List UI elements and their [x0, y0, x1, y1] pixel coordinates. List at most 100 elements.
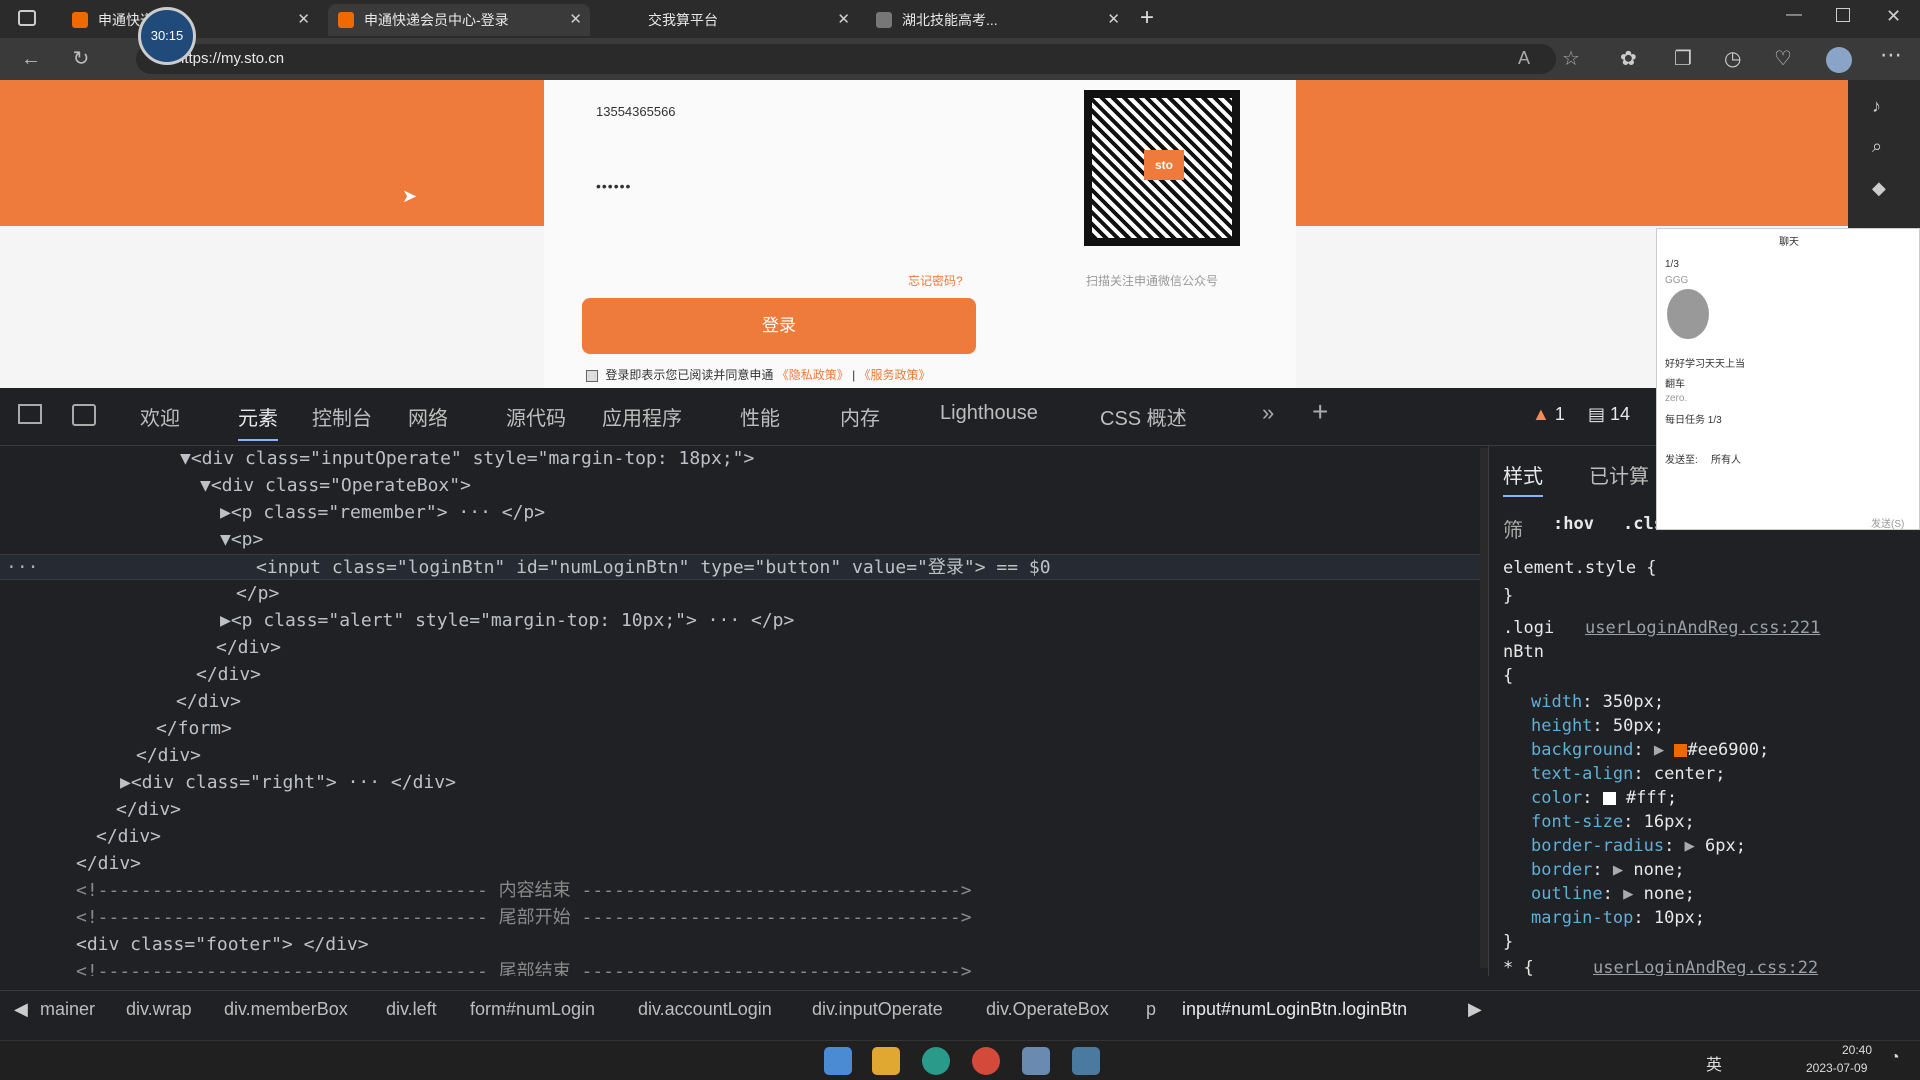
- hov-toggle[interactable]: :hov: [1553, 514, 1594, 534]
- phone-input[interactable]: 13554365566: [596, 104, 976, 132]
- service-link[interactable]: 《服务政策》: [859, 368, 931, 382]
- expand-icon[interactable]: ▶: [1685, 836, 1695, 856]
- breadcrumb-item[interactable]: div.inputOperate: [812, 999, 943, 1020]
- tag-icon[interactable]: ◆: [1872, 178, 1886, 199]
- rule-source-link[interactable]: userLoginAndReg.css:22: [1593, 958, 1818, 976]
- breadcrumb-item[interactable]: mainer: [40, 999, 95, 1020]
- messages-badge[interactable]: ▤ 14: [1588, 404, 1630, 425]
- style-prop-row[interactable]: text-align: center;: [1531, 764, 1726, 784]
- agree-checkbox[interactable]: [586, 369, 598, 382]
- close-tab-icon[interactable]: ✕: [569, 4, 582, 36]
- tab-css-overview[interactable]: CSS 概述: [1100, 402, 1187, 431]
- tab-performance[interactable]: 性能: [740, 402, 780, 431]
- dom-line[interactable]: </div>: [0, 824, 1480, 850]
- privacy-link[interactable]: 《隐私政策》: [777, 368, 849, 382]
- app-icon[interactable]: [1072, 1047, 1100, 1075]
- dom-line[interactable]: ▶<p class="alert" style="margin-top: 10p…: [0, 608, 1480, 634]
- style-prop-row[interactable]: margin-top: 10px;: [1531, 908, 1705, 928]
- health-icon[interactable]: ♡: [1774, 46, 1792, 71]
- breadcrumb-item[interactable]: div.OperateBox: [986, 999, 1109, 1020]
- send-button[interactable]: 发送(S): [1871, 515, 1904, 530]
- back-icon[interactable]: ←: [18, 46, 44, 72]
- read-aloud-icon[interactable]: A: [1518, 48, 1530, 69]
- expand-icon[interactable]: ▶: [1613, 860, 1623, 880]
- style-prop-row[interactable]: background: ▶ #ee6900;: [1531, 740, 1769, 760]
- breadcrumb-item[interactable]: div.accountLogin: [638, 999, 772, 1020]
- add-tab-icon[interactable]: +: [1312, 396, 1328, 428]
- expand-icon[interactable]: ▶: [1654, 740, 1664, 760]
- collections-icon[interactable]: ❐: [1674, 46, 1692, 71]
- dom-line[interactable]: </div>: [0, 851, 1480, 877]
- breadcrumb-item[interactable]: div.memberBox: [224, 999, 348, 1020]
- filter-input[interactable]: 筛: [1503, 514, 1523, 543]
- style-prop-row[interactable]: width: 350px;: [1531, 692, 1664, 712]
- tab-jiaowosuan[interactable]: 交我算平台 ✕: [596, 4, 858, 36]
- tab-welcome[interactable]: 欢迎: [140, 402, 180, 431]
- close-tab-icon[interactable]: ✕: [837, 4, 850, 36]
- login-button[interactable]: 登录: [582, 298, 976, 354]
- tab-memory[interactable]: 内存: [840, 402, 880, 431]
- dom-comment-line[interactable]: <!------------------------------------ 尾…: [0, 905, 1480, 931]
- breadcrumb-item-selected[interactable]: input#numLoginBtn.loginBtn: [1182, 999, 1407, 1020]
- tab-actions-icon[interactable]: [18, 10, 36, 26]
- dom-line[interactable]: </div>: [0, 635, 1480, 661]
- universal-rule[interactable]: * {: [1503, 958, 1534, 976]
- clock-date[interactable]: 2023-07-09: [1806, 1061, 1867, 1075]
- tab-network[interactable]: 网络: [408, 402, 448, 431]
- bell-icon[interactable]: ♪: [1872, 96, 1881, 117]
- dom-line[interactable]: ▼<p>: [0, 527, 1480, 553]
- maximize-icon[interactable]: [1836, 8, 1850, 22]
- refresh-icon[interactable]: ↻: [68, 46, 94, 72]
- dom-line[interactable]: ▶<div class="right"> ··· </div>: [0, 770, 1480, 796]
- tab-computed[interactable]: 已计算: [1589, 460, 1649, 489]
- dom-comment-line[interactable]: <!------------------------------------ 内…: [0, 878, 1480, 904]
- expand-icon[interactable]: ▶: [1623, 884, 1633, 904]
- url-field[interactable]: https://my.sto.cn: [136, 44, 1556, 74]
- ime-indicator[interactable]: 英: [1706, 1051, 1722, 1075]
- breadcrumb-scroll-right-icon[interactable]: ▶: [1468, 999, 1482, 1020]
- more-tabs-icon[interactable]: »: [1262, 400, 1274, 426]
- element-style-rule[interactable]: element.style {: [1503, 558, 1657, 578]
- chrome-icon[interactable]: [972, 1047, 1000, 1075]
- tab-application[interactable]: 应用程序: [602, 402, 682, 431]
- style-prop-row[interactable]: font-size: 16px;: [1531, 812, 1695, 832]
- dom-line[interactable]: </div>: [0, 797, 1480, 823]
- more-menu-icon[interactable]: ⋯: [1880, 42, 1902, 68]
- file-explorer-icon[interactable]: [872, 1047, 900, 1075]
- history-icon[interactable]: ◷: [1724, 46, 1741, 71]
- avatar[interactable]: [1826, 47, 1852, 73]
- tab-console[interactable]: 控制台: [312, 402, 372, 431]
- breadcrumb-item[interactable]: div.left: [386, 999, 437, 1020]
- dom-line[interactable]: ▼<div class="OperateBox">: [0, 473, 1480, 499]
- style-prop-row[interactable]: height: 50px;: [1531, 716, 1664, 736]
- tab-sources[interactable]: 源代码: [506, 402, 566, 431]
- favorite-icon[interactable]: ☆: [1562, 46, 1580, 71]
- edge-icon[interactable]: [922, 1047, 950, 1075]
- minimize-icon[interactable]: —: [1786, 6, 1802, 24]
- device-toggle-icon[interactable]: [72, 404, 96, 426]
- rule-selector[interactable]: .logi: [1503, 618, 1554, 638]
- tab-lighthouse[interactable]: Lighthouse: [940, 402, 1038, 425]
- style-prop-row[interactable]: color: #fff;: [1531, 788, 1677, 808]
- tab-elements[interactable]: 元素: [238, 402, 278, 441]
- dom-line[interactable]: </div>: [0, 662, 1480, 688]
- dom-line[interactable]: </form>: [0, 716, 1480, 742]
- dom-line[interactable]: <div class="footer"> </div>: [0, 932, 1480, 958]
- breadcrumb-item[interactable]: p: [1146, 999, 1156, 1020]
- dom-tree[interactable]: ▼<div class="inputOperate" style="margin…: [0, 446, 1480, 976]
- dom-line[interactable]: ▶<p class="remember"> ··· </p>: [0, 500, 1480, 526]
- dom-line[interactable]: ▼<div class="inputOperate" style="margin…: [0, 446, 1480, 472]
- breadcrumb-item[interactable]: div.wrap: [126, 999, 192, 1020]
- extensions-icon[interactable]: ✿: [1620, 46, 1637, 71]
- inspect-icon[interactable]: [18, 404, 42, 424]
- search-icon[interactable]: ⌕: [1872, 136, 1882, 157]
- password-input[interactable]: ••••••: [596, 178, 976, 206]
- start-icon[interactable]: [824, 1047, 852, 1075]
- ellipsis-icon[interactable]: ···: [6, 555, 39, 581]
- dom-line[interactable]: </div>: [0, 743, 1480, 769]
- style-prop-row[interactable]: border: ▶ none;: [1531, 860, 1685, 880]
- dom-line[interactable]: </p>: [0, 581, 1480, 607]
- clock-time[interactable]: 20:40: [1842, 1043, 1872, 1057]
- breadcrumb-item[interactable]: form#numLogin: [470, 999, 595, 1020]
- tab-sto-login[interactable]: 申通快递会员中心-登录 ✕: [328, 4, 590, 36]
